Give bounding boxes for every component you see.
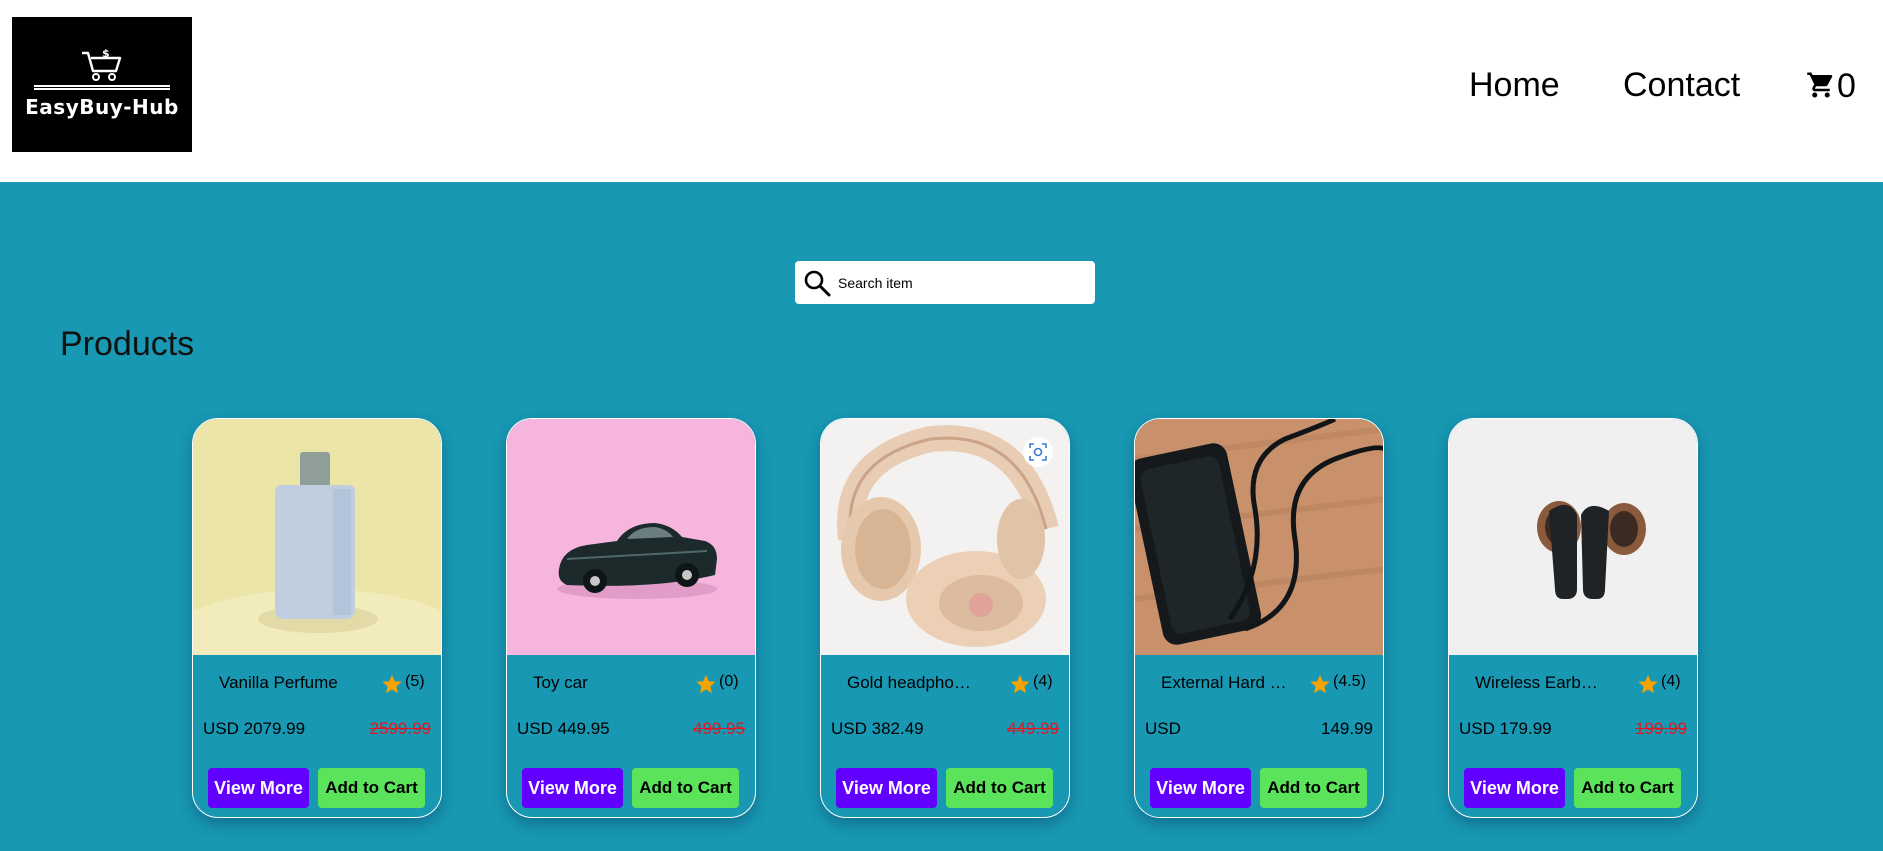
rating-value: (4)	[1661, 673, 1681, 690]
rating-value: (5)	[405, 673, 425, 690]
view-more-button[interactable]: View More	[208, 768, 309, 808]
product-image-hard-drive[interactable]	[1135, 419, 1383, 655]
product-old-price: 199.99	[1635, 719, 1687, 738]
rating-value: (4)	[1033, 673, 1053, 690]
add-to-cart-button[interactable]: Add to Cart	[632, 768, 739, 808]
shopping-cart-logo-icon: $	[82, 47, 122, 81]
product-card: Vanilla Perfume (5) USD 2079.99 2599.99 …	[192, 418, 442, 818]
brand-logo[interactable]: $ EasyBuy-Hub	[12, 17, 192, 152]
add-to-cart-button[interactable]: Add to Cart	[1260, 768, 1367, 808]
product-rating: (0)	[695, 669, 739, 695]
cart-button[interactable]: 0	[1806, 66, 1856, 106]
nav-home-link[interactable]: Home	[1469, 66, 1560, 105]
add-to-cart-button[interactable]: Add to Cart	[946, 768, 1053, 808]
view-more-button[interactable]: View More	[836, 768, 937, 808]
product-price: USD 179.99	[1459, 719, 1552, 738]
product-name: Vanilla Perfume	[219, 673, 338, 692]
add-to-cart-button[interactable]: Add to Cart	[318, 768, 425, 808]
product-image-perfume[interactable]	[193, 419, 441, 655]
product-price: USD 382.49	[831, 719, 924, 738]
search-icon	[804, 270, 831, 297]
product-price: USD 2079.99	[203, 719, 306, 738]
lens-icon[interactable]	[1023, 437, 1053, 467]
star-icon	[1638, 674, 1658, 694]
product-card: Gold headphones (4) USD 382.49 449.99 Vi…	[820, 418, 1070, 818]
rating-value: (0)	[719, 673, 739, 690]
view-more-button[interactable]: View More	[1150, 768, 1251, 808]
add-to-cart-button[interactable]: Add to Cart	[1574, 768, 1681, 808]
product-old-price: 449.99	[1007, 719, 1059, 738]
star-icon	[696, 674, 716, 694]
site-header: $ EasyBuy-Hub Home Contact 0	[0, 0, 1883, 182]
star-icon	[382, 674, 402, 694]
search-bar	[795, 261, 1095, 304]
product-name: Wireless Earbuds	[1475, 673, 1605, 692]
view-more-button[interactable]: View More	[1464, 768, 1565, 808]
cart-icon	[1807, 72, 1833, 98]
product-image-earbuds[interactable]	[1449, 419, 1697, 655]
product-rating: (4.5)	[1309, 669, 1366, 695]
product-card: Toy car (0) USD 449.95 499.95 View More …	[506, 418, 756, 818]
product-rating: (4)	[1009, 669, 1053, 695]
product-rating: (5)	[381, 669, 425, 695]
product-card: Wireless Earbuds (4) USD 179.99 199.99 V…	[1448, 418, 1698, 818]
cart-count: 0	[1837, 67, 1856, 105]
product-name: Toy car	[533, 673, 588, 692]
product-price: USD 449.95	[517, 719, 610, 738]
view-more-button[interactable]: View More	[522, 768, 623, 808]
products-heading: Products	[60, 325, 195, 363]
product-old-price: 2599.99	[369, 719, 431, 738]
product-rating: (4)	[1637, 669, 1681, 695]
svg-text:$: $	[102, 47, 110, 60]
rating-value: (4.5)	[1333, 673, 1366, 690]
product-name: Gold headphones	[847, 673, 977, 692]
product-price-amount: 149.99	[1321, 719, 1373, 738]
star-icon	[1010, 674, 1030, 694]
product-image-toy-car[interactable]	[507, 419, 755, 655]
nav-contact-link[interactable]: Contact	[1623, 66, 1740, 105]
product-old-price: 499.95	[693, 719, 745, 738]
search-input[interactable]	[838, 270, 1083, 296]
product-card: External Hard D... (4.5) USD 149.99 View…	[1134, 418, 1384, 818]
product-image-headphones[interactable]	[821, 419, 1069, 655]
product-price: USD	[1145, 719, 1181, 738]
brand-name: EasyBuy-Hub	[25, 95, 179, 119]
logo-divider	[34, 85, 170, 90]
star-icon	[1310, 674, 1330, 694]
product-name: External Hard D...	[1161, 673, 1291, 692]
